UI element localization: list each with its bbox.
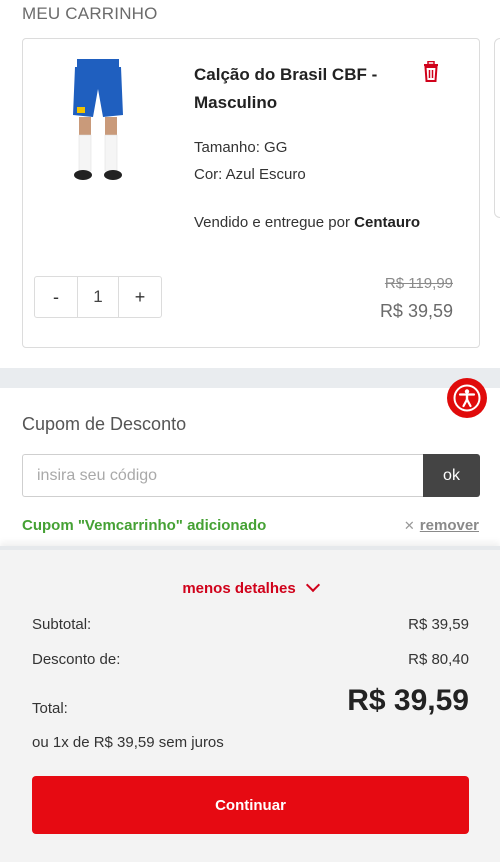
installments-info: ou 1x de R$ 39,59 sem juros <box>32 734 224 751</box>
quantity-stepper: - 1 + <box>34 276 162 318</box>
section-divider <box>0 368 500 388</box>
trash-icon[interactable] <box>421 61 441 83</box>
product-image[interactable] <box>63 59 133 189</box>
apply-coupon-button[interactable]: ok <box>423 454 480 497</box>
continue-button[interactable]: Continuar <box>32 776 469 834</box>
product-name[interactable]: Calção do Brasil CBF - Masculino <box>194 61 404 117</box>
chevron-down-icon <box>305 577 320 593</box>
original-price: R$ 119,99 <box>384 275 453 292</box>
product-size: Tamanho: GG <box>194 139 288 156</box>
product-color: Cor: Azul Escuro <box>194 166 306 183</box>
decrement-button[interactable]: - <box>35 277 77 317</box>
discount-row: Desconto de: R$ 80,40 <box>32 651 469 668</box>
subtotal-row: Subtotal: R$ 39,59 <box>32 616 469 633</box>
item-price: R$ 39,59 <box>379 301 453 321</box>
total-label: Total: <box>32 700 68 717</box>
close-icon: ✕ <box>403 517 415 533</box>
toggle-details-button[interactable]: menos detalhes <box>0 577 500 597</box>
coupon-applied-message: Cupom "Vemcarrinho" adicionado <box>22 517 267 534</box>
subtotal-value: R$ 39,59 <box>408 616 469 633</box>
next-card-edge <box>494 38 500 218</box>
seller-name: Centauro <box>354 214 420 231</box>
toggle-details-label: menos detalhes <box>182 580 296 597</box>
remove-coupon-link[interactable]: ✕ remover <box>404 517 479 534</box>
remove-coupon-label: remover <box>419 517 479 534</box>
order-summary: menos detalhes Subtotal: R$ 39,59 Descon… <box>0 546 500 862</box>
subtotal-label: Subtotal: <box>32 616 92 633</box>
accessibility-button[interactable] <box>447 378 487 418</box>
total-value: R$ 39,59 <box>347 684 469 717</box>
seller-info: Vendido e entregue por Centauro <box>194 214 420 231</box>
seller-prefix: Vendido e entregue por <box>194 214 355 231</box>
cart-section-title: MEU CARRINHO <box>22 4 158 23</box>
quantity-value[interactable]: 1 <box>77 277 119 317</box>
accessibility-icon <box>453 384 481 412</box>
coupon-title: Cupom de Desconto <box>22 414 187 434</box>
cart-item-card: Calção do Brasil CBF - Masculino Tamanho… <box>22 38 480 348</box>
increment-button[interactable]: + <box>119 277 161 317</box>
discount-value: R$ 80,40 <box>408 651 469 668</box>
coupon-input[interactable] <box>22 454 423 497</box>
discount-label: Desconto de: <box>32 651 121 668</box>
